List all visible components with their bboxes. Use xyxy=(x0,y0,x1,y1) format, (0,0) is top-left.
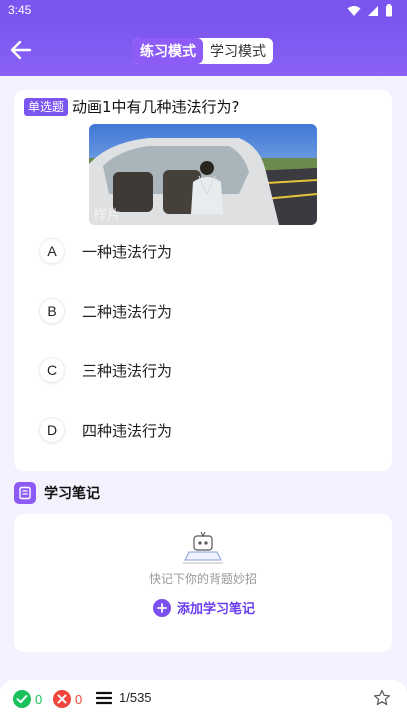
option-letter: A xyxy=(40,239,64,263)
bottom-bar: 0 0 1/535 xyxy=(0,680,407,718)
status-time: 3:45 xyxy=(8,3,32,17)
option-text: 一种违法行为 xyxy=(82,242,173,261)
status-icons xyxy=(347,4,393,17)
battery-icon xyxy=(386,4,392,17)
notes-card: 快记下你的背题妙招 添加学习笔记 xyxy=(14,514,392,652)
x-circle-icon xyxy=(53,690,71,708)
plus-circle-icon xyxy=(153,598,171,617)
question-list-button[interactable]: 1/535 xyxy=(96,690,152,705)
favorite-button[interactable] xyxy=(373,689,391,707)
option-text: 四种违法行为 xyxy=(82,421,173,440)
notes-header: 学习笔记 xyxy=(14,482,100,504)
option-letter: B xyxy=(40,299,64,323)
notes-title: 学习笔记 xyxy=(44,486,100,502)
option-b[interactable]: B 二种违法行为 xyxy=(40,296,360,326)
option-a[interactable]: A 一种违法行为 xyxy=(40,236,360,266)
notes-hint: 快记下你的背题妙招 xyxy=(148,572,257,586)
correct-count: 0 xyxy=(35,691,43,707)
notebook-icon xyxy=(14,482,36,504)
wrong-count: 0 xyxy=(75,691,83,707)
question-image[interactable]: 样片 xyxy=(89,124,317,225)
star-icon xyxy=(374,689,390,706)
check-circle-icon xyxy=(13,690,31,708)
car-interior-image: 样片 xyxy=(89,124,317,225)
back-button[interactable] xyxy=(8,37,34,63)
list-icon xyxy=(96,691,112,704)
question-text: 动画1中有几种违法行为? xyxy=(72,98,240,116)
option-text: 二种违法行为 xyxy=(82,302,173,321)
status-bar: 3:45 xyxy=(0,0,407,24)
add-note-label: 添加学习笔记 xyxy=(177,602,256,617)
mode-switch: 练习模式 学习模式 xyxy=(133,38,273,64)
app-bar: 练习模式 学习模式 xyxy=(0,24,407,76)
option-d[interactable]: D 四种违法行为 xyxy=(40,415,360,445)
arrow-left-icon xyxy=(10,40,32,60)
question-header: 单选题 动画1中有几种违法行为? xyxy=(24,96,240,117)
question-card: 单选题 动画1中有几种违法行为? 样片 A 一种违法行为 B 二种违法行为 C … xyxy=(14,90,392,471)
option-c[interactable]: C 三种违法行为 xyxy=(40,355,360,385)
tab-study-mode[interactable]: 学习模式 xyxy=(203,38,273,64)
question-type-badge: 单选题 xyxy=(24,97,69,116)
question-progress: 1/535 xyxy=(119,690,152,705)
tab-practice-mode[interactable]: 练习模式 xyxy=(133,38,203,64)
wifi-icon xyxy=(347,5,361,16)
option-text: 三种违法行为 xyxy=(82,361,173,380)
wrong-counter[interactable]: 0 xyxy=(53,690,82,708)
signal-icon xyxy=(368,5,378,16)
option-letter: C xyxy=(40,358,64,382)
option-letter: D xyxy=(40,418,64,442)
correct-counter[interactable]: 0 xyxy=(13,690,42,708)
image-watermark: 样片 xyxy=(93,208,121,224)
robot-notes-icon xyxy=(183,531,223,564)
add-note-button[interactable]: 添加学习笔记 xyxy=(153,598,255,617)
